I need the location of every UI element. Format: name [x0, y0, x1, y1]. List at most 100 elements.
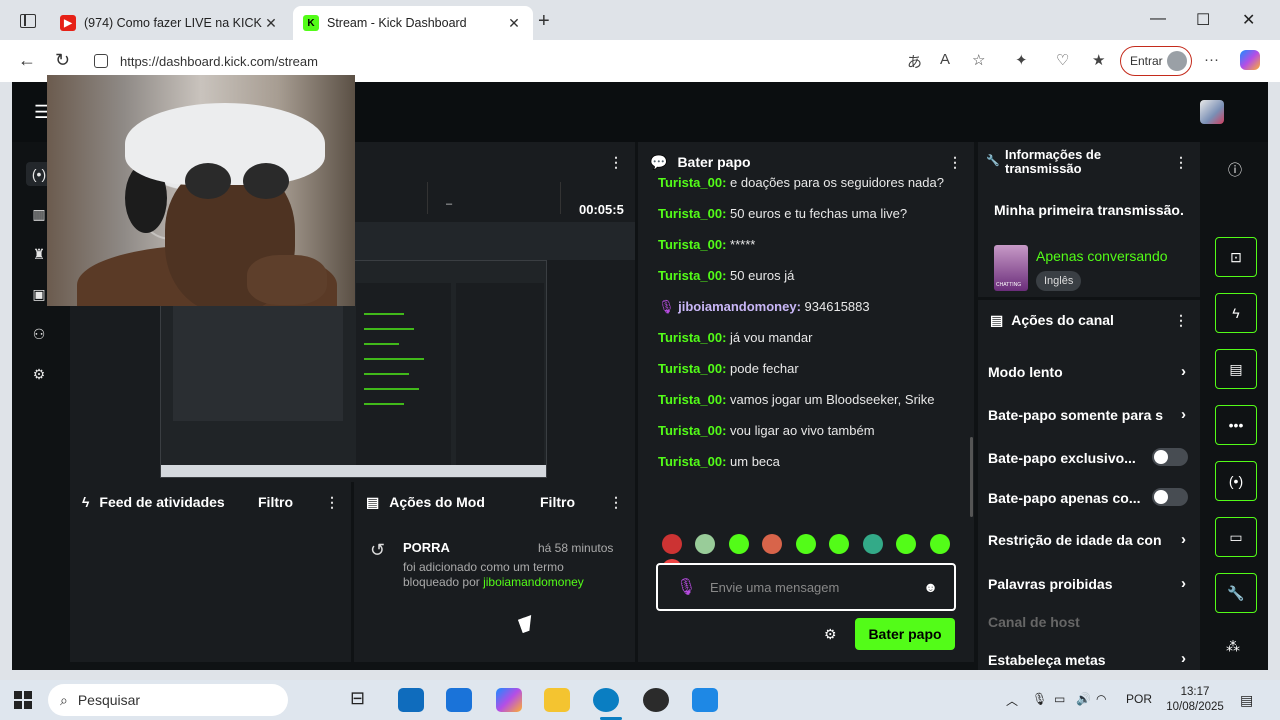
chat-username[interactable]: Turista_00:	[658, 206, 726, 221]
url-field[interactable]: https://dashboard.kick.com/stream	[88, 46, 1008, 76]
emote-icon[interactable]	[695, 534, 716, 554]
chevron-right-icon[interactable]: ›	[1181, 575, 1186, 592]
chevron-right-icon[interactable]: ›	[1181, 406, 1186, 423]
favorites-icon[interactable]: ★	[1092, 51, 1105, 69]
clock[interactable]: 13:17 10/08/2025	[1162, 685, 1228, 715]
document-icon[interactable]: ▤	[1215, 349, 1257, 389]
chat-settings-icon[interactable]: ⚙	[824, 626, 837, 643]
microphone-icon[interactable]: 🎙	[676, 577, 696, 597]
info-icon[interactable]: ⓘ	[1228, 160, 1242, 180]
outlook-icon[interactable]	[398, 688, 424, 712]
tray-chevron-icon[interactable]: ︿	[1006, 692, 1018, 709]
send-chat-button[interactable]: Bater papo	[855, 618, 955, 650]
wrench-icon[interactable]: 🔧	[1215, 573, 1257, 613]
stream-category[interactable]: Apenas conversando	[1036, 248, 1168, 264]
language-indicator[interactable]: POR	[1126, 692, 1152, 706]
channel-action-goals[interactable]: Estabeleça metas	[988, 652, 1188, 668]
maximize-icon[interactable]: ☐	[1196, 10, 1210, 30]
close-tab-icon[interactable]: ✕	[262, 15, 280, 32]
emote-icon[interactable]	[795, 534, 816, 554]
chat-username[interactable]: Turista_00:	[658, 392, 726, 407]
chat-username[interactable]: Turista_00:	[658, 268, 726, 283]
refresh-icon[interactable]: ↻	[55, 50, 70, 71]
camera-frame-icon[interactable]: ⊡	[1215, 237, 1257, 277]
volume-icon[interactable]: 🔊	[1076, 692, 1091, 706]
chevron-right-icon[interactable]: ›	[1181, 650, 1186, 667]
feed-menu-icon[interactable]: ⋮	[325, 494, 339, 511]
minimize-icon[interactable]: —	[1150, 10, 1166, 28]
channel-action-banned-words[interactable]: Palavras proibidas	[988, 576, 1188, 592]
stream-panel-menu-icon[interactable]: ⋮	[609, 154, 623, 171]
chevron-right-icon[interactable]: ›	[1181, 531, 1186, 548]
site-info-icon[interactable]	[94, 54, 108, 68]
chat-username[interactable]: Turista_00:	[658, 423, 726, 438]
microphone-tray-icon[interactable]: 🎙	[1032, 692, 1047, 706]
emote-icon[interactable]	[728, 534, 749, 554]
emote-icon[interactable]	[862, 534, 883, 554]
close-tab-icon[interactable]: ✕	[505, 15, 523, 32]
chat-scrollbar[interactable]	[970, 437, 973, 517]
tab-youtube[interactable]: ▶ (974) Como fazer LIVE na KICK pelo ✕	[50, 6, 290, 40]
channel-action-followers-only[interactable]: Bate-papo somente para s	[988, 407, 1188, 423]
chat-username[interactable]: Turista_00:	[658, 454, 726, 469]
extensions-icon[interactable]: ✦	[1015, 51, 1028, 69]
translate-icon[interactable]: あ	[907, 51, 922, 72]
favorite-star-icon[interactable]: ☆	[972, 51, 985, 69]
start-icon[interactable]	[14, 691, 32, 709]
chat-username[interactable]: Turista_00:	[658, 237, 726, 252]
file-explorer-icon[interactable]	[544, 688, 570, 712]
chat-username[interactable]: jiboiamandomoney:	[678, 299, 801, 314]
broadcast-icon[interactable]: (•)	[1215, 461, 1257, 501]
channel-action-slow-mode[interactable]: Modo lento	[988, 364, 1188, 380]
read-aloud-icon[interactable]: A	[940, 51, 950, 68]
emote-icon[interactable]	[896, 534, 917, 554]
battery-icon[interactable]: ▭	[1054, 692, 1065, 706]
category-thumbnail[interactable]: CHATTING	[994, 245, 1028, 291]
edge-icon[interactable]	[593, 688, 619, 712]
back-icon[interactable]: ←	[18, 50, 36, 71]
browser-essentials-icon[interactable]: ♡	[1056, 51, 1069, 69]
chat-input[interactable]: 🎙 Envie uma mensagem ☻	[656, 563, 956, 611]
wifi-icon[interactable]: ◠	[1096, 692, 1106, 706]
chevron-right-icon[interactable]: ›	[1181, 363, 1186, 380]
mod-entry-user[interactable]: jiboiamandomoney	[483, 575, 584, 589]
channel-action-age-restriction[interactable]: Restrição de idade da con	[988, 532, 1168, 548]
more-menu-icon[interactable]: ···	[1204, 51, 1219, 68]
stream-info-menu-icon[interactable]: ⋮	[1174, 154, 1188, 171]
video-icon[interactable]: ▭	[1215, 517, 1257, 557]
emote-icon[interactable]	[829, 534, 850, 554]
chat-username[interactable]: Turista_00:	[658, 330, 726, 345]
notifications-icon[interactable]: ▤	[1240, 692, 1253, 709]
subscribers-only-toggle[interactable]	[1152, 448, 1188, 466]
obs-icon[interactable]	[643, 688, 669, 712]
photos-icon[interactable]	[692, 688, 718, 712]
new-tab-icon[interactable]: +	[538, 10, 550, 33]
emoji-icon[interactable]: ☻	[923, 579, 938, 595]
chat-username[interactable]: Turista_00:	[658, 176, 726, 190]
task-view-icon[interactable]: ⊟	[350, 688, 376, 712]
store-icon[interactable]	[446, 688, 472, 712]
chat-username[interactable]: Turista_00:	[658, 361, 726, 376]
chat-menu-icon[interactable]: ⋮	[948, 154, 962, 171]
user-avatar[interactable]	[1200, 100, 1224, 124]
emote-icon[interactable]	[662, 534, 682, 554]
community-nav-icon[interactable]: ⚇	[26, 322, 52, 346]
taskbar-search[interactable]: ⌕ Pesquisar	[48, 684, 288, 716]
settings-nav-icon[interactable]: ⚙	[26, 362, 52, 386]
copilot-icon[interactable]	[1240, 50, 1260, 70]
tab-actions-icon[interactable]	[20, 14, 36, 28]
close-window-icon[interactable]: ✕	[1242, 10, 1255, 30]
channel-actions-menu-icon[interactable]: ⋮	[1174, 312, 1188, 329]
chat-bubble-icon[interactable]: •••	[1215, 405, 1257, 445]
mod-menu-icon[interactable]: ⋮	[609, 494, 623, 511]
emote-icon[interactable]	[762, 534, 783, 554]
signin-button[interactable]: Entrar	[1120, 46, 1192, 76]
share-icon[interactable]: ⁂	[1226, 638, 1240, 655]
emote-icon[interactable]	[929, 534, 950, 554]
mod-filter-button[interactable]: Filtro	[540, 494, 575, 510]
emotes-only-toggle[interactable]	[1152, 488, 1188, 506]
copilot-taskbar-icon[interactable]	[496, 688, 522, 712]
tab-kick-dashboard[interactable]: K Stream - Kick Dashboard ✕	[293, 6, 533, 40]
lightning-icon[interactable]: ϟ	[1215, 293, 1257, 333]
feed-filter-button[interactable]: Filtro	[258, 494, 293, 510]
